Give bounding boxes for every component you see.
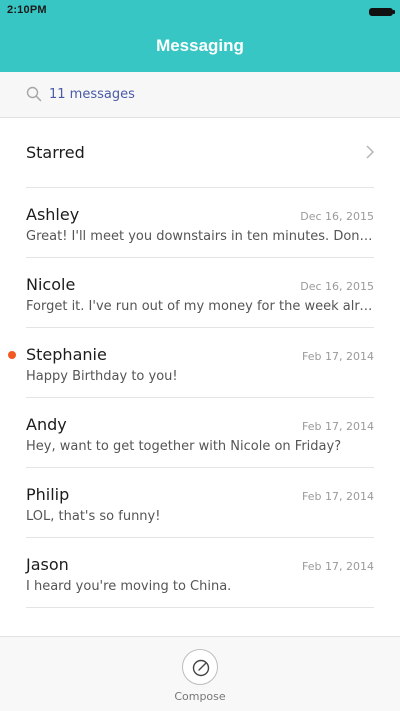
search-input[interactable]: 11 messages (49, 87, 135, 102)
message-date: Feb 17, 2014 (302, 350, 374, 363)
contact-name: Jason (26, 555, 69, 574)
search-bar[interactable]: 11 messages (0, 72, 400, 118)
conversation-row[interactable]: Andy Feb 17, 2014 Hey, want to get togethe… (0, 398, 400, 468)
message-preview: Happy Birthday to you! (26, 369, 178, 384)
unread-dot (8, 351, 16, 359)
contact-name: Stephanie (26, 345, 107, 364)
conversation-row[interactable]: Philip Feb 17, 2014 LOL, that's so funny! (0, 468, 400, 538)
message-date: Dec 16, 2015 (300, 210, 374, 223)
compose-label: Compose (174, 690, 226, 703)
conversation-row[interactable]: Ashley Dec 16, 2015 Great! I'll meet you d… (0, 188, 400, 258)
message-date: Dec 16, 2015 (300, 280, 374, 293)
app-header: 2:10PM Messaging (0, 0, 400, 72)
message-preview: Great! I'll meet you downstairs in ten m… (26, 229, 376, 244)
status-time: 2:10PM (7, 4, 47, 16)
status-bar: 2:10PM (0, 0, 400, 24)
message-date: Feb 17, 2014 (302, 490, 374, 503)
contact-name: Philip (26, 485, 70, 504)
starred-row[interactable]: Starred (0, 118, 400, 188)
bottom-bar: Compose (0, 636, 400, 711)
contact-name: Andy (26, 415, 67, 434)
message-preview: Hey, want to get together with Nicole on… (26, 439, 342, 454)
conversation-row[interactable]: Nicole Dec 16, 2015 Forget it. I've run ou… (0, 258, 400, 328)
contact-name: Nicole (26, 275, 76, 294)
chevron-right-icon (366, 145, 375, 159)
message-preview: LOL, that's so funny! (26, 509, 161, 524)
compose-icon (192, 659, 210, 677)
search-icon (26, 86, 42, 102)
message-preview: Forget it. I've run out of my money for … (26, 299, 376, 314)
starred-label: Starred (26, 143, 85, 162)
page-title: Messaging (156, 36, 244, 55)
message-date: Feb 17, 2014 (302, 560, 374, 573)
divider (26, 607, 374, 608)
message-preview: I heard you're moving to China. (26, 579, 232, 594)
battery-icon (369, 8, 395, 16)
conversation-row[interactable]: Stephanie Feb 17, 2014 Happy Birthday to y… (0, 328, 400, 398)
contact-name: Ashley (26, 205, 80, 224)
message-date: Feb 17, 2014 (302, 420, 374, 433)
compose-button[interactable] (182, 649, 218, 685)
conversation-row[interactable]: Jason Feb 17, 2014 I heard you're moving t… (0, 538, 400, 608)
